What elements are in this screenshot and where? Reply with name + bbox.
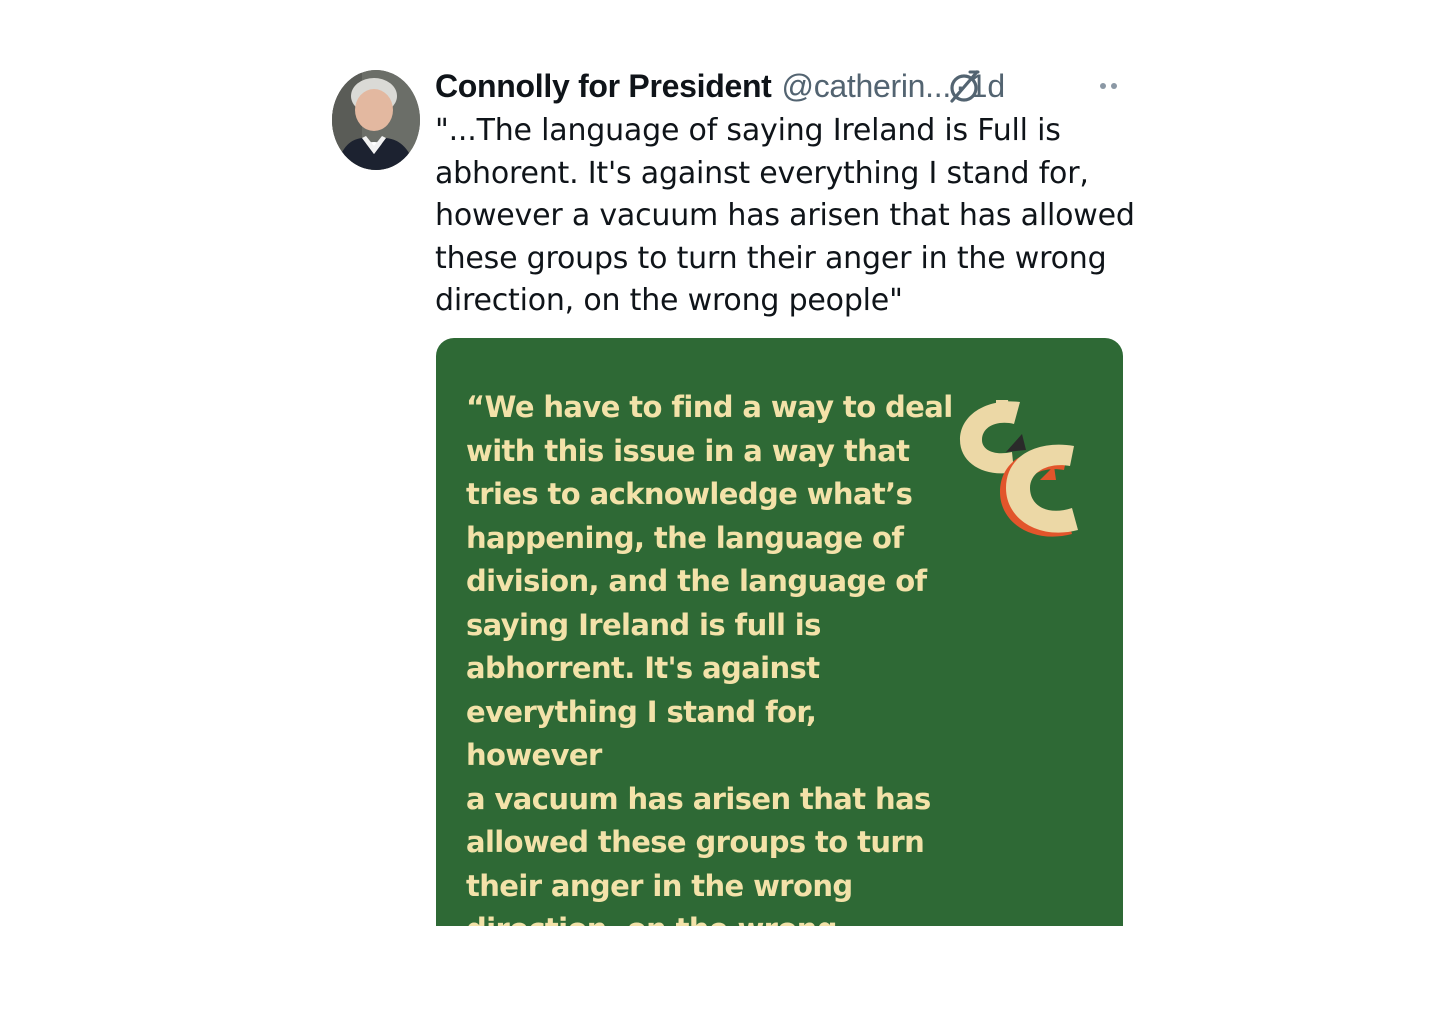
grok-icon[interactable]	[944, 68, 984, 106]
card-quote: “We have to find a way to deal with this…	[466, 390, 953, 926]
tweet[interactable]: Connolly for President @catherin... · 1d…	[332, 66, 1135, 936]
tweet-header: Connolly for President @catherin... · 1d	[435, 66, 1135, 106]
more-icon[interactable]	[1098, 78, 1124, 92]
tweet-text: "...The language of saying Ireland is Fu…	[435, 113, 1135, 318]
media-card[interactable]: “We have to find a way to deal with this…	[436, 338, 1123, 926]
display-name[interactable]: Connolly for President	[435, 68, 772, 105]
cc-logo: CC	[948, 394, 1088, 554]
user-handle[interactable]: @catherin...	[782, 68, 952, 105]
avatar[interactable]	[332, 70, 420, 170]
